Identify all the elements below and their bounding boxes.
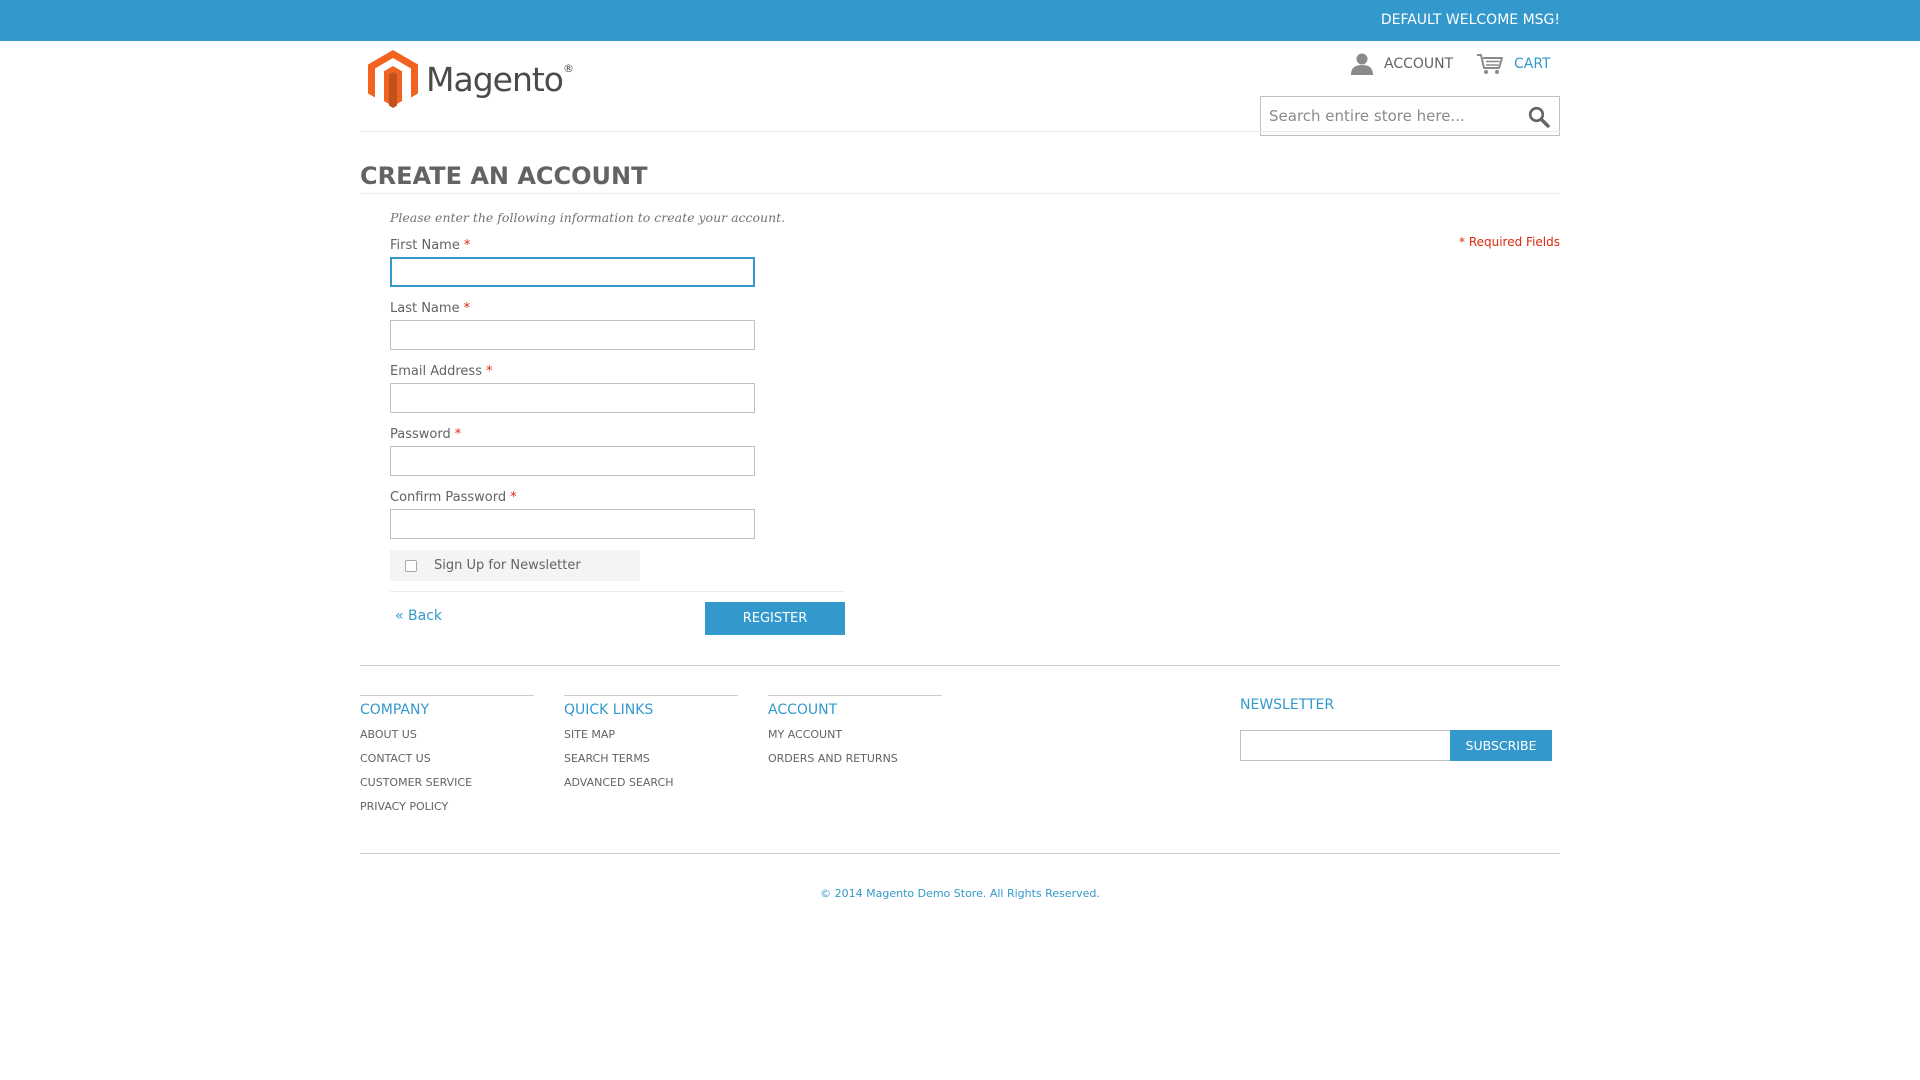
- footer-link-advanced-search[interactable]: ADVANCED SEARCH: [564, 776, 738, 800]
- account-label: ACCOUNT: [1384, 56, 1454, 72]
- email-address-label: Email Address *: [390, 364, 493, 379]
- title-divider: [360, 193, 1560, 194]
- first-name-label: First Name *: [390, 238, 471, 253]
- welcome-message: DEFAULT WELCOME MSG!: [1380, 12, 1560, 28]
- cart-icon: [1476, 53, 1504, 75]
- newsletter-email-input[interactable]: [1240, 730, 1451, 761]
- logo-wordmark: Magento®: [426, 59, 574, 99]
- first-name-field[interactable]: [390, 257, 755, 287]
- footer-link-search-terms[interactable]: SEARCH TERMS: [564, 752, 738, 776]
- email-address-field[interactable]: [390, 383, 755, 413]
- required-fields-note: * Required Fields: [1459, 235, 1560, 249]
- form-intro: Please enter the following information t…: [390, 210, 786, 225]
- footer-link-customer-service[interactable]: CUSTOMER SERVICE: [360, 776, 534, 800]
- subscribe-button[interactable]: SUBSCRIBE: [1450, 730, 1552, 761]
- cart-link[interactable]: CART: [1476, 53, 1551, 75]
- footer-column-account: ACCOUNT MY ACCOUNT ORDERS AND RETURNS: [768, 695, 942, 776]
- footer-column-company: COMPANY ABOUT US CONTACT US CUSTOMER SER…: [360, 695, 534, 824]
- footer-column-title: COMPANY: [360, 695, 534, 718]
- form-divider: [390, 591, 845, 592]
- newsletter-checkbox-label: Sign Up for Newsletter: [434, 558, 581, 573]
- footer-link-my-account[interactable]: MY ACCOUNT: [768, 728, 942, 752]
- footer-link-about-us[interactable]: ABOUT US: [360, 728, 534, 752]
- password-label: Password *: [390, 427, 462, 442]
- person-icon: [1350, 53, 1374, 75]
- newsletter-checkbox[interactable]: [405, 559, 417, 572]
- newsletter-title: NEWSLETTER: [1240, 697, 1335, 713]
- magento-logo-icon: [368, 50, 418, 108]
- cart-label: CART: [1514, 56, 1551, 72]
- footer-link-site-map[interactable]: SITE MAP: [564, 728, 738, 752]
- header-divider: [360, 131, 1560, 132]
- register-button[interactable]: REGISTER: [705, 602, 845, 635]
- last-name-label: Last Name *: [390, 301, 471, 316]
- search-box: [1260, 96, 1560, 136]
- footer-column-title: QUICK LINKS: [564, 695, 738, 718]
- copyright-text: © 2014 Magento Demo Store. All Rights Re…: [820, 887, 1100, 900]
- password-field[interactable]: [390, 446, 755, 476]
- last-name-field[interactable]: [390, 320, 755, 350]
- footer-column-quick-links: QUICK LINKS SITE MAP SEARCH TERMS ADVANC…: [564, 695, 738, 800]
- page-title: CREATE AN ACCOUNT: [360, 162, 648, 190]
- search-input[interactable]: [1261, 97, 1511, 135]
- back-link[interactable]: « Back: [395, 608, 442, 624]
- newsletter-signup[interactable]: Sign Up for Newsletter: [390, 550, 640, 581]
- footer-column-title: ACCOUNT: [768, 695, 942, 718]
- footer-divider: [360, 665, 1560, 666]
- confirm-password-label: Confirm Password *: [390, 490, 517, 505]
- footer-link-contact-us[interactable]: CONTACT US: [360, 752, 534, 776]
- top-bar: DEFAULT WELCOME MSG!: [0, 0, 1920, 41]
- search-icon[interactable]: [1528, 106, 1550, 128]
- account-link[interactable]: ACCOUNT: [1350, 53, 1453, 75]
- store-logo[interactable]: Magento®: [368, 50, 574, 108]
- footer-bottom-divider: [360, 853, 1560, 854]
- footer-link-orders-and-returns[interactable]: ORDERS AND RETURNS: [768, 752, 942, 776]
- confirm-password-field[interactable]: [390, 509, 755, 539]
- footer-link-privacy-policy[interactable]: PRIVACY POLICY: [360, 800, 534, 824]
